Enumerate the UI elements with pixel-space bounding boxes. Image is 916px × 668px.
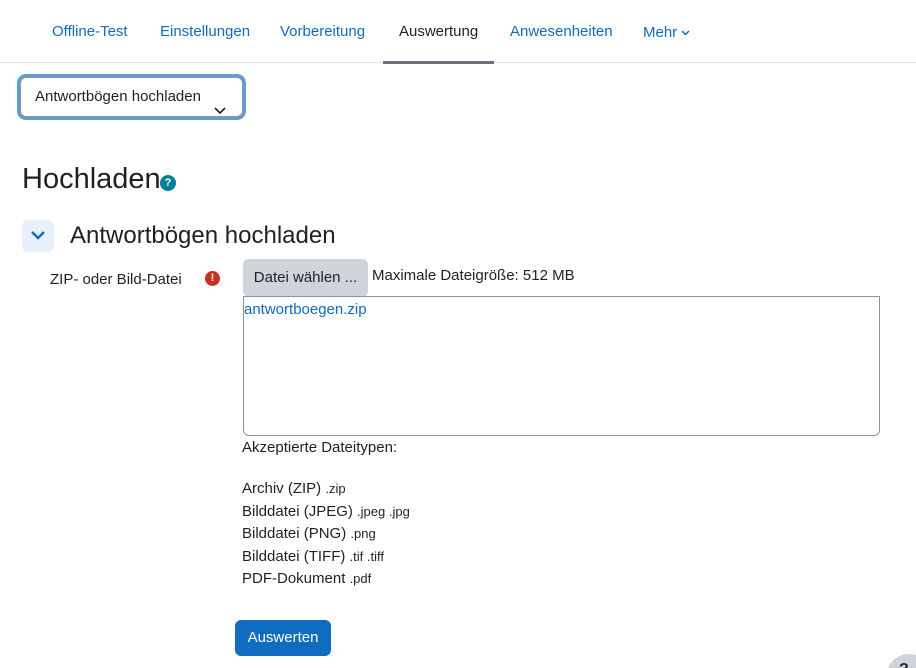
max-file-size: Maximale Dateigröße: 512 MB <box>372 267 575 284</box>
list-item: PDF-Dokument .pdf <box>242 568 410 591</box>
tab-mehr-label: Mehr <box>643 24 678 41</box>
type-name: Bilddatei (JPEG) <box>242 502 353 520</box>
floating-help-button[interactable]: ? <box>886 654 916 668</box>
accepted-types-list: Archiv (ZIP) .zip Bilddatei (JPEG) .jpeg… <box>242 478 410 591</box>
type-name: Bilddatei (TIFF) <box>242 547 346 565</box>
list-item: Bilddatei (TIFF) .tif .tiff <box>242 546 410 569</box>
uploaded-file-link[interactable]: antwortboegen.zip <box>244 301 367 318</box>
tab-einstellungen[interactable]: Einstellungen <box>160 0 250 63</box>
section-collapse-button[interactable] <box>22 220 54 252</box>
submit-button[interactable]: Auswerten <box>235 620 331 656</box>
list-item: Bilddatei (PNG) .png <box>242 523 410 546</box>
tab-offline-test[interactable]: Offline-Test <box>52 0 128 63</box>
list-item: Bilddatei (JPEG) .jpeg .jpg <box>242 501 410 524</box>
page-title: Hochladen <box>22 163 161 195</box>
type-extension: .tif .tiff <box>349 548 384 564</box>
list-item: Archiv (ZIP) .zip <box>242 478 410 501</box>
file-dropzone[interactable]: antwortboegen.zip <box>243 296 880 436</box>
choose-file-button[interactable]: Datei wählen ... <box>243 259 368 297</box>
tab-anwesenheiten[interactable]: Anwesenheiten <box>510 0 613 63</box>
action-select[interactable]: Antwortbögen hochladen <box>20 77 243 117</box>
type-name: Archiv (ZIP) <box>242 480 322 497</box>
accepted-types-title: Akzeptierte Dateitypen: <box>242 439 398 456</box>
chevron-down-icon <box>214 92 226 130</box>
tab-vorbereitung[interactable]: Vorbereitung <box>280 0 365 63</box>
chevron-down-icon <box>681 0 690 63</box>
type-extension: .png <box>350 526 376 541</box>
chevron-down-icon <box>31 231 45 240</box>
type-extension: .jpeg .jpg <box>357 503 410 519</box>
help-icon[interactable]: ? <box>160 175 176 191</box>
question-icon: ? <box>899 661 909 668</box>
type-extension: .pdf <box>349 571 372 586</box>
secondary-navigation: Offline-Test Einstellungen Vorbereitung … <box>0 0 916 64</box>
tab-mehr[interactable]: Mehr <box>643 0 690 63</box>
type-extension: .zip <box>325 481 346 496</box>
action-select-value: Antwortbögen hochladen <box>35 88 201 105</box>
type-name: Bilddatei (PNG) <box>242 525 347 542</box>
section-title: Antwortbögen hochladen <box>70 222 336 249</box>
type-name: PDF-Dokument <box>242 570 346 587</box>
tab-auswertung[interactable]: Auswertung <box>382 0 495 64</box>
required-icon: ! <box>205 271 220 286</box>
file-field-label: ZIP- oder Bild-Datei <box>50 271 182 288</box>
